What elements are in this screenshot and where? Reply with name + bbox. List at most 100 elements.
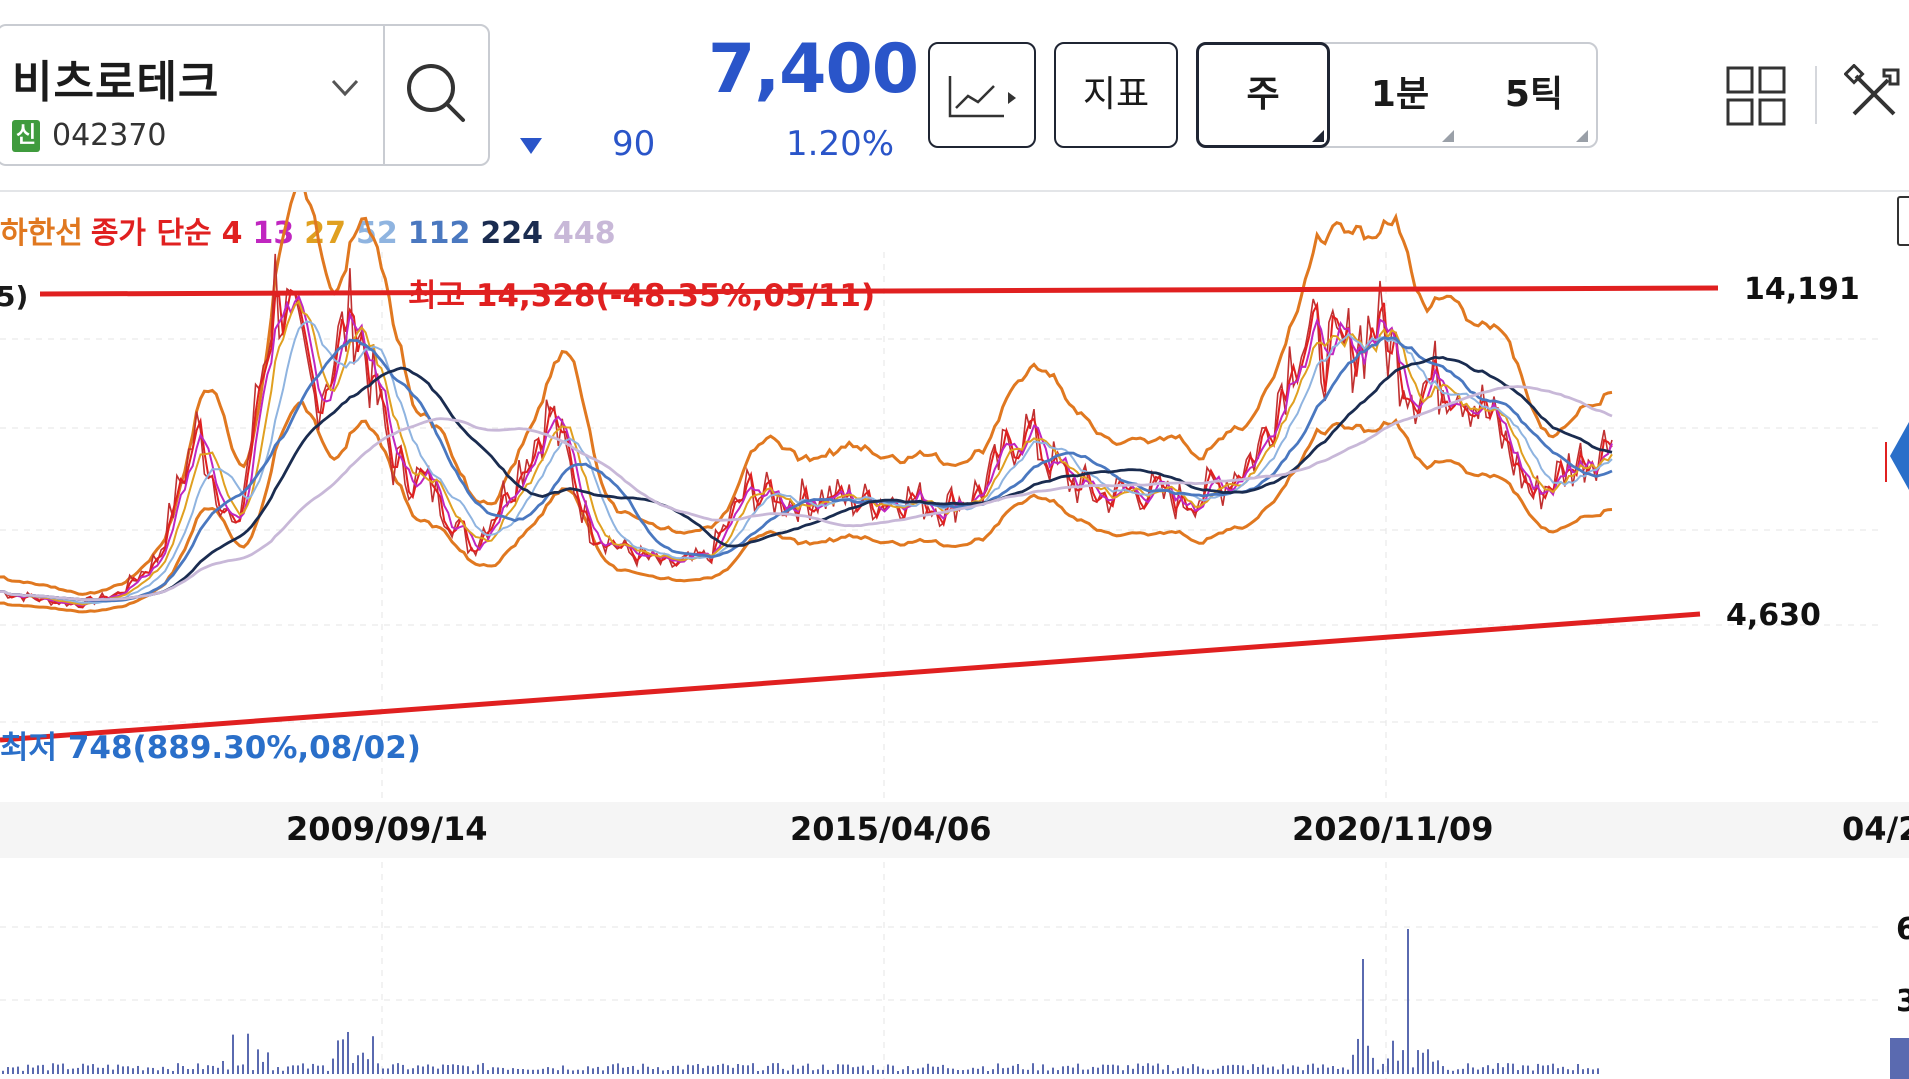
volume-bar — [1427, 1049, 1429, 1074]
volume-bar — [1167, 1064, 1169, 1074]
volume-bar — [1387, 1058, 1389, 1074]
volume-bar — [367, 1059, 369, 1074]
volume-bar — [127, 1066, 129, 1074]
settings-tools-icon[interactable] — [1844, 64, 1904, 124]
volume-axis-tick: 6 — [1896, 912, 1909, 947]
volume-bar — [1047, 1070, 1049, 1074]
volume-bar — [742, 1065, 744, 1074]
volume-bar — [812, 1070, 814, 1074]
volume-bar — [637, 1069, 639, 1074]
chart-series — [0, 192, 1613, 614]
volume-bar — [852, 1067, 854, 1074]
volume-bar — [707, 1065, 709, 1074]
volume-bar — [607, 1066, 609, 1074]
volume-bar — [1472, 1067, 1474, 1074]
stock-name[interactable]: 비츠로테크 — [12, 46, 219, 110]
volume-bar — [457, 1065, 459, 1074]
volume-bar — [982, 1066, 984, 1074]
volume-bar — [87, 1065, 89, 1074]
volume-bar — [1127, 1065, 1129, 1074]
volume-bar — [627, 1066, 629, 1074]
volume-bar — [1577, 1064, 1579, 1074]
volume-bar — [312, 1063, 314, 1074]
volume-bar — [337, 1040, 339, 1074]
volume-bar — [487, 1070, 489, 1074]
volume-bar — [462, 1065, 464, 1074]
volume-bar — [917, 1068, 919, 1074]
layout-grid-icon[interactable] — [1726, 66, 1786, 126]
volume-bar — [832, 1070, 834, 1074]
volume-bar — [1187, 1068, 1189, 1074]
dropdown-corner-icon — [1312, 130, 1324, 142]
volume-bar — [957, 1070, 959, 1074]
high-annotation: 최고 14,328(-48.35%,05/11) — [408, 278, 876, 314]
volume-bar — [837, 1064, 839, 1074]
volume-bar — [407, 1069, 409, 1074]
volume-bar — [1527, 1065, 1529, 1074]
volume-bar — [1117, 1065, 1119, 1074]
volume-bar — [77, 1067, 79, 1074]
volume-bar — [552, 1068, 554, 1074]
volume-bar — [1182, 1066, 1184, 1074]
chart-type-button[interactable] — [928, 42, 1036, 148]
volume-bar — [532, 1069, 534, 1074]
chevron-down-icon[interactable] — [330, 78, 360, 98]
volume-bar — [827, 1069, 829, 1074]
low-annotation: 최저 748(889.30%,08/02) — [0, 730, 421, 766]
volume-bar — [1207, 1069, 1209, 1074]
volume-bar — [1422, 1052, 1424, 1074]
volume-bar — [1407, 929, 1409, 1074]
volume-bar — [857, 1066, 859, 1074]
volume-bar — [452, 1064, 454, 1074]
period-week-button[interactable]: 주 — [1196, 42, 1330, 148]
volume-bar — [1102, 1064, 1104, 1074]
volume-bar — [897, 1070, 899, 1074]
upper-trendline-label: 14,191 — [1744, 272, 1860, 307]
volume-bar — [717, 1064, 719, 1074]
volume-bar — [1007, 1067, 1009, 1074]
search-icon[interactable] — [385, 26, 488, 164]
volume-bar — [1157, 1063, 1159, 1074]
volume-bar — [872, 1065, 874, 1074]
volume-bar — [92, 1064, 94, 1074]
volume-bar — [277, 1067, 279, 1074]
volume-bar — [882, 1069, 884, 1074]
volume-bar — [402, 1064, 404, 1074]
volume-bar — [642, 1063, 644, 1074]
volume-bar — [2, 1070, 4, 1074]
volume-bar — [657, 1067, 659, 1074]
volume-bar — [292, 1065, 294, 1074]
volume-bar — [447, 1064, 449, 1074]
volume-bar — [777, 1063, 779, 1074]
volume-bar — [1042, 1064, 1044, 1074]
volume-bar — [847, 1064, 849, 1074]
volume-bar — [227, 1069, 229, 1074]
volume-bar — [1237, 1065, 1239, 1074]
volume-bar — [557, 1070, 559, 1074]
volume-bar — [1302, 1070, 1304, 1074]
volume-bar — [372, 1036, 374, 1074]
indicator-button[interactable]: 지표 — [1054, 42, 1178, 148]
volume-bar — [722, 1063, 724, 1074]
volume-bar — [1287, 1068, 1289, 1074]
volume-bar — [822, 1064, 824, 1074]
volume-bar — [1412, 1067, 1414, 1074]
volume-bar — [752, 1063, 754, 1074]
price-chart[interactable] — [0, 192, 1909, 1079]
volume-bar — [167, 1069, 169, 1074]
volume-bar — [667, 1070, 669, 1074]
volume-bar — [1462, 1068, 1464, 1074]
volume-bar — [862, 1065, 864, 1074]
volume-bar — [1367, 1045, 1369, 1074]
volume-bar — [422, 1066, 424, 1074]
volume-bar — [1277, 1069, 1279, 1074]
volume-bar — [387, 1068, 389, 1074]
x-axis-date: 2009/09/14 — [286, 810, 488, 848]
volume-bar — [1072, 1067, 1074, 1074]
volume-bar — [27, 1064, 29, 1074]
volume-bar — [1457, 1069, 1459, 1074]
volume-bar — [772, 1063, 774, 1074]
volume-bar — [197, 1063, 199, 1074]
volume-bar — [992, 1069, 994, 1074]
volume-bar — [1447, 1069, 1449, 1074]
